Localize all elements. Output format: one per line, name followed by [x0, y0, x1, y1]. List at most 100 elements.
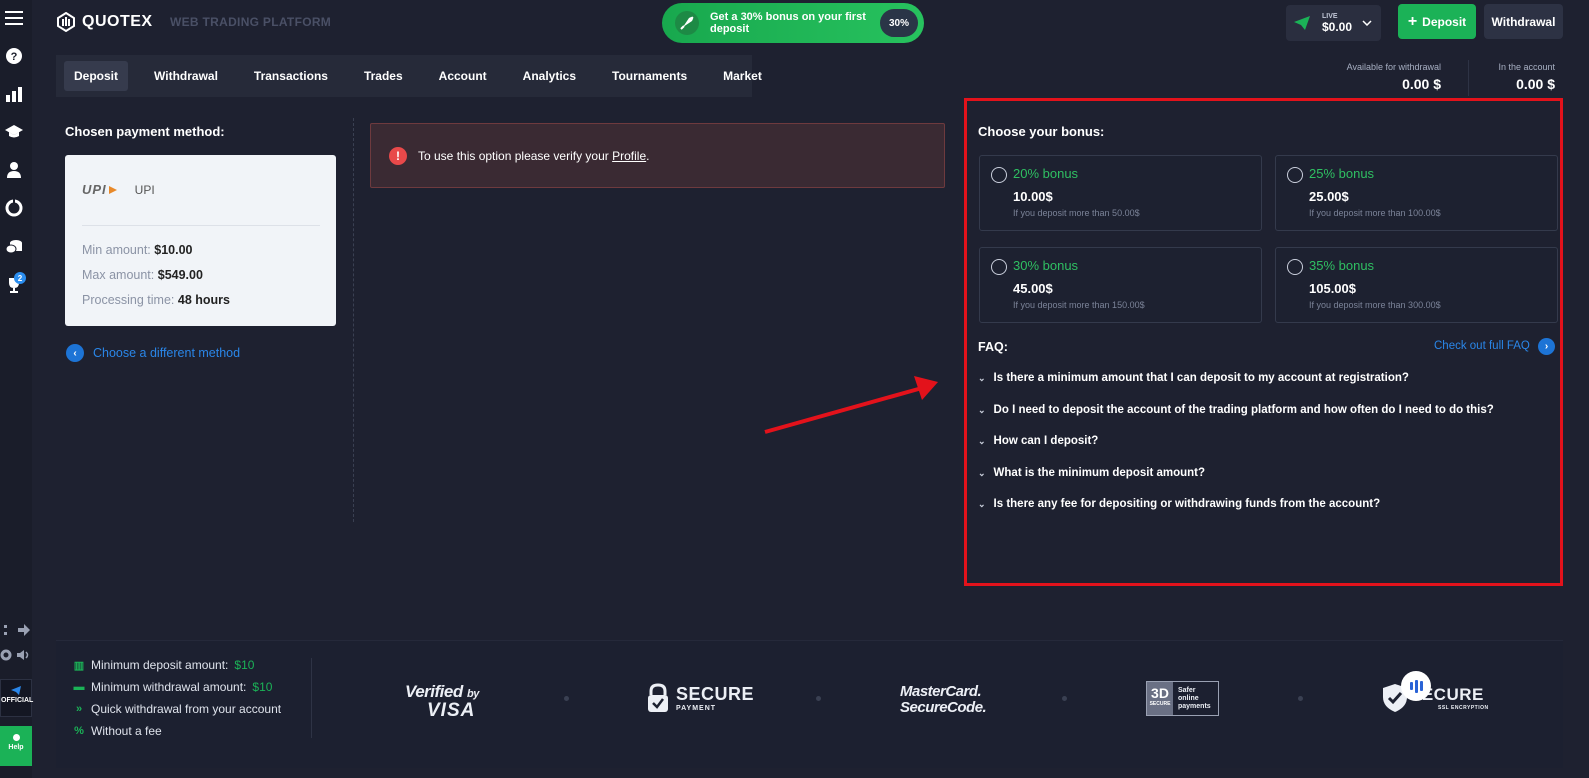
feature-min-deposit: ▥ Minimum deposit amount: $10 — [73, 658, 255, 672]
help-button[interactable]: Help — [0, 726, 32, 766]
alert-message: To use this option please verify your Pr… — [418, 149, 649, 163]
quotex-logo-icon — [57, 12, 75, 32]
tab-tournaments[interactable]: Tournaments — [602, 61, 697, 91]
coins-icon[interactable] — [2, 235, 26, 259]
faq-question: Is there any fee for depositing or withd… — [993, 498, 1381, 510]
separator-dot — [564, 696, 569, 701]
alert-text: To use this option please verify your — [418, 148, 609, 163]
tab-transactions[interactable]: Transactions — [244, 61, 338, 91]
bonus-radio[interactable] — [991, 167, 1007, 183]
bonus-condition: If you deposit more than 100.00$ — [1309, 208, 1441, 218]
separator-dot — [1062, 696, 1067, 701]
tab-withdrawal[interactable]: Withdrawal — [144, 61, 228, 91]
account-selector[interactable]: LIVE $0.00 — [1286, 5, 1381, 41]
send-icon — [1294, 16, 1310, 30]
account-balance-box: In the account 0.00 $ — [1498, 62, 1555, 92]
feature-value: $10 — [234, 658, 255, 672]
available-value: 0.00 $ — [1402, 76, 1441, 92]
promo-text: Get a 30% bonus on your first deposit — [710, 11, 866, 35]
faq-item[interactable]: ⌄ Do I need to deposit the account of th… — [978, 404, 1494, 416]
faq-question: What is the minimum deposit amount? — [993, 467, 1206, 479]
alert-icon: ! — [389, 146, 407, 165]
ssl-encryption-text: SSL ENCRYPTION — [1438, 705, 1489, 711]
bonus-option-35[interactable]: 35% bonus 105.00$ If you deposit more th… — [1275, 247, 1558, 323]
faq-question: Is there a minimum amount that I can dep… — [993, 372, 1409, 384]
bonus-percent: 20% bonus — [1013, 166, 1079, 181]
bonus-option-20[interactable]: 20% bonus 10.00$ If you deposit more tha… — [979, 155, 1262, 231]
tab-account[interactable]: Account — [429, 61, 497, 91]
feature-text: Without a fee — [91, 724, 162, 738]
bonus-option-30[interactable]: 30% bonus 45.00$ If you deposit more tha… — [979, 247, 1262, 323]
account-type: LIVE — [1322, 12, 1338, 20]
education-icon[interactable] — [2, 120, 26, 144]
faq-question: How can I deposit? — [993, 435, 1099, 447]
tab-analytics[interactable]: Analytics — [513, 61, 586, 91]
profile-link[interactable]: Profile — [612, 149, 646, 163]
alert-suffix: . — [646, 148, 650, 163]
faq-item[interactable]: ⌄ Is there any fee for depositing or wit… — [978, 498, 1380, 510]
processing-time-row: Processing time: 48 hours — [82, 293, 230, 307]
chevron-right-icon[interactable]: › — [1538, 338, 1555, 355]
profile-icon[interactable] — [2, 158, 26, 182]
tab-trades[interactable]: Trades — [354, 61, 413, 91]
3d-text-2: online — [1178, 694, 1199, 702]
feature-text: Minimum withdrawal amount: — [91, 680, 247, 694]
nav-tabs: Deposit Withdrawal Transactions Trades A… — [56, 55, 762, 97]
payment-method-card: UPI UPI Min amount: $10.00 Max amount: $… — [65, 155, 336, 326]
sound-icon[interactable] — [12, 643, 36, 667]
tab-market[interactable]: Market — [713, 61, 772, 91]
bonus-percent: 35% bonus — [1309, 258, 1375, 273]
chart-icon[interactable] — [2, 82, 26, 106]
help-dot-icon — [12, 734, 20, 741]
verified-by-visa-logo: Verified by VISA — [405, 682, 479, 722]
bonus-radio[interactable] — [991, 259, 1007, 275]
plus-icon: + — [1407, 12, 1418, 30]
faq-item[interactable]: ⌄ What is the minimum deposit amount? — [978, 467, 1205, 479]
promo-badge: 30% — [880, 9, 918, 37]
bonus-radio[interactable] — [1287, 259, 1303, 275]
help-icon[interactable]: ? — [2, 44, 26, 68]
bonus-condition: If you deposit more than 50.00$ — [1013, 208, 1140, 218]
bonus-amount: 45.00$ — [1013, 281, 1053, 296]
tab-deposit[interactable]: Deposit — [64, 61, 129, 91]
mastercard-securecode-logo: MasterCard. SecureCode. — [900, 683, 987, 716]
faq-question: Do I need to deposit the account of the … — [993, 404, 1494, 416]
3d-badge-sub: SECURE — [1149, 701, 1171, 707]
chevron-down-icon: ⌄ — [978, 372, 986, 383]
brand-logo[interactable]: QUOTEX — [56, 12, 153, 32]
bonus-radio[interactable] — [1287, 167, 1303, 183]
min-amount-value: $10.00 — [154, 243, 193, 257]
bonus-amount: 10.00$ — [1013, 189, 1053, 204]
telegram-icon — [11, 686, 21, 695]
bonus-amount: 25.00$ — [1309, 189, 1349, 204]
analytics-icon[interactable] — [2, 196, 26, 220]
deposit-button[interactable]: + Deposit — [1398, 4, 1476, 39]
faq-item[interactable]: ⌄ How can I deposit? — [978, 435, 1098, 447]
choose-different-method-link[interactable]: ‹ Choose a different method — [66, 344, 240, 362]
menu-icon[interactable] — [2, 6, 26, 30]
rocket-icon — [675, 11, 699, 35]
chevron-down-icon: ⌄ — [978, 467, 986, 478]
processing-time-label: Processing time: — [82, 293, 175, 307]
trophy-badge: 2 — [14, 272, 26, 284]
footer — [56, 640, 1563, 768]
feature-value: $10 — [252, 680, 273, 694]
arrow-right-icon[interactable] — [12, 618, 36, 642]
platform-label: WEB TRADING PLATFORM — [170, 15, 332, 29]
faq-item[interactable]: ⌄ Is there a minimum amount that I can d… — [978, 372, 1409, 384]
promo-banner[interactable]: Get a 30% bonus on your first deposit 30… — [662, 3, 924, 43]
official-label: OFFICIAL — [1, 697, 34, 704]
full-faq-link[interactable]: Check out full FAQ — [1434, 340, 1530, 352]
verify-alert: ! To use this option please verify your … — [370, 123, 945, 188]
secure-text: SECURE — [676, 684, 755, 704]
chat-bar-icon — [1414, 679, 1418, 693]
upi-logo: UPI — [82, 182, 107, 197]
balance-divider — [1468, 60, 1469, 96]
withdrawal-button[interactable]: Withdrawal — [1484, 4, 1563, 39]
chat-bar-icon — [1419, 681, 1423, 691]
official-telegram-button[interactable]: OFFICIAL — [0, 679, 34, 717]
bonus-option-25[interactable]: 25% bonus 25.00$ If you deposit more tha… — [1275, 155, 1558, 231]
footer-divider — [311, 658, 312, 738]
chat-widget-button[interactable] — [1401, 671, 1431, 701]
mastercard-text: MasterCard. — [900, 683, 982, 700]
